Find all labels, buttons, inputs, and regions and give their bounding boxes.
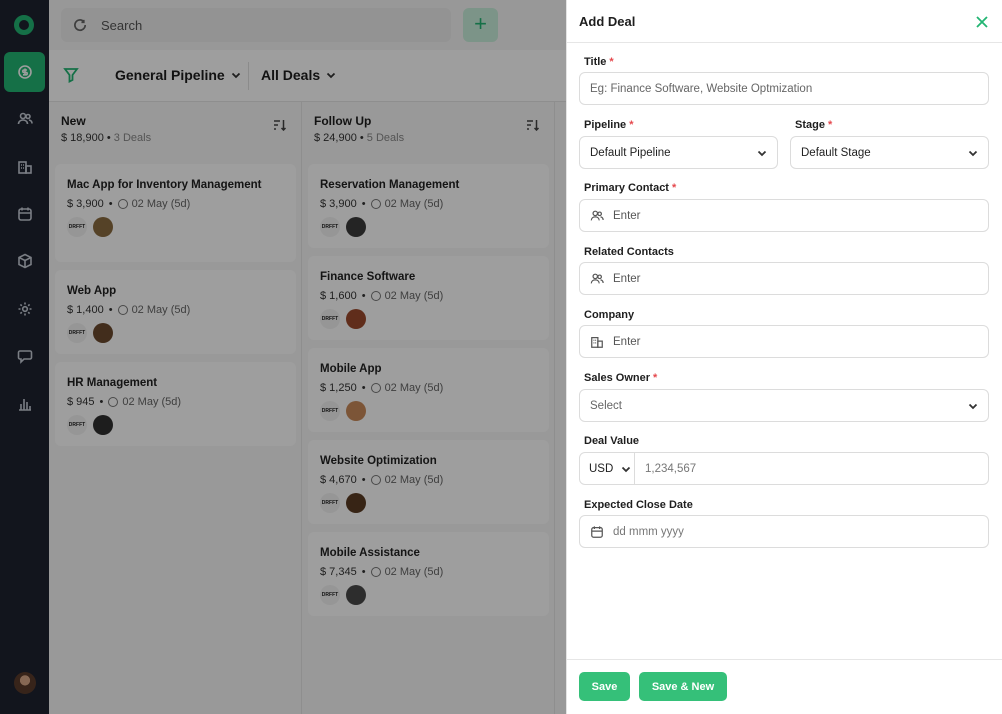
chevron-down-icon (757, 150, 767, 157)
pipeline-label: Pipeline * (584, 119, 634, 131)
close-icon[interactable] (976, 15, 988, 28)
deal-value-label: Deal Value (584, 435, 640, 447)
related-contacts-input[interactable]: Enter (579, 262, 989, 295)
add-deal-drawer: Add Deal Title * Eg: Finance Software, We… (566, 0, 1002, 714)
company-label: Company (584, 309, 635, 321)
close-date-label: Expected Close Date (584, 499, 693, 511)
app: Search + General Pipeline All Deals New (0, 0, 1002, 714)
drawer-header: Add Deal (567, 0, 1002, 43)
building-icon (591, 336, 603, 348)
deal-value-input[interactable]: USD 1,234,567 (579, 452, 989, 485)
related-contacts-label: Related Contacts (584, 246, 674, 258)
company-placeholder: Enter (613, 335, 641, 348)
company-input[interactable]: Enter (579, 325, 989, 358)
calendar-icon (591, 525, 603, 538)
stage-select[interactable]: Default Stage (790, 136, 989, 169)
pipeline-select[interactable]: Default Pipeline (579, 136, 778, 169)
pipeline-value: Default Pipeline (590, 146, 671, 159)
primary-contact-input[interactable]: Enter (579, 199, 989, 232)
sales-owner-label: Sales Owner * (584, 372, 658, 384)
stage-label: Stage * (795, 119, 833, 131)
currency-select[interactable]: USD (580, 453, 635, 484)
save-and-new-button[interactable]: Save & New (639, 672, 727, 701)
primary-contact-label: Primary Contact * (584, 182, 677, 194)
save-button[interactable]: Save (579, 672, 630, 701)
deal-value-placeholder: 1,234,567 (645, 462, 697, 475)
related-contacts-placeholder: Enter (613, 272, 641, 285)
chevron-down-icon (968, 403, 978, 410)
currency-value: USD (589, 462, 614, 475)
users-icon (590, 210, 604, 220)
modal-backdrop[interactable] (0, 0, 566, 714)
users-icon (590, 273, 604, 283)
title-label: Title * (584, 56, 614, 68)
close-date-input[interactable]: dd mmm yyyy (579, 515, 989, 548)
chevron-down-icon (968, 150, 978, 157)
sales-owner-select[interactable]: Select (579, 389, 989, 422)
stage-value: Default Stage (801, 146, 871, 159)
close-date-placeholder: dd mmm yyyy (613, 525, 684, 538)
title-placeholder: Eg: Finance Software, Website Optmizatio… (590, 82, 813, 95)
primary-contact-placeholder: Enter (613, 209, 641, 222)
drawer-title: Add Deal (579, 14, 636, 29)
sales-owner-placeholder: Select (590, 399, 622, 412)
title-input[interactable]: Eg: Finance Software, Website Optmizatio… (579, 72, 989, 105)
chevron-down-icon (622, 466, 631, 472)
drawer-footer: Save Save & New (567, 659, 1002, 714)
